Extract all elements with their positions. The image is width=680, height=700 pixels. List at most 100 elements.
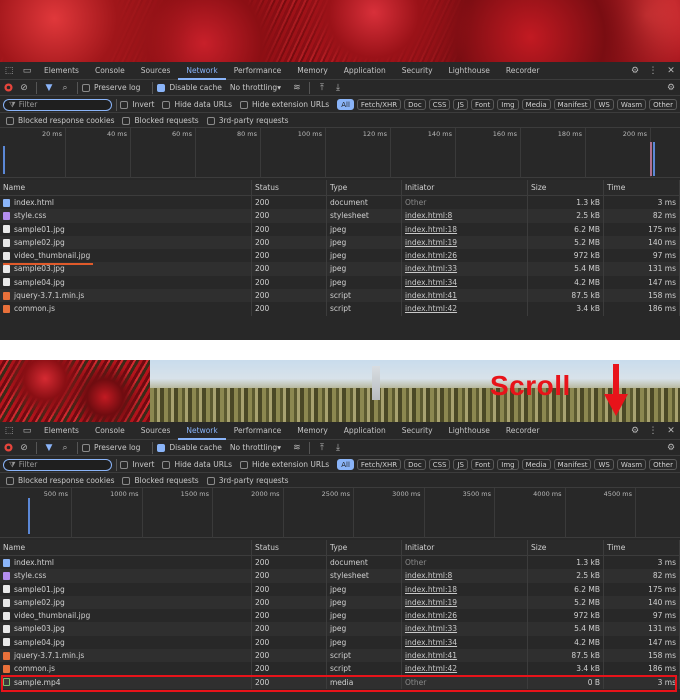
table-row[interactable]: sample02.jpg 200 jpeg index.html:19 5.2 MB 14… [0, 235, 680, 250]
request-name[interactable]: sample02.jpg [14, 596, 65, 609]
cell-initiator[interactable]: index.html:34 [402, 275, 528, 290]
search-icon[interactable]: ⌕ [57, 440, 73, 456]
tab-network[interactable]: Network [178, 422, 226, 440]
network-conditions-icon[interactable]: ≋ [289, 80, 305, 96]
tab-console[interactable]: Console [87, 62, 133, 80]
third-party-requests-checkbox[interactable] [206, 116, 215, 125]
preserve-log-checkbox[interactable] [82, 83, 90, 92]
filter-type-css[interactable]: CSS [428, 459, 451, 470]
blocked-response-cookies-checkbox[interactable] [6, 476, 14, 485]
filter-type-fetchxhr[interactable]: Fetch/XHR [356, 459, 402, 470]
column-header-size[interactable]: Size [528, 540, 604, 556]
blocked-response-cookies-checkbox[interactable] [6, 116, 14, 125]
table-row[interactable]: index.html 200 document Other 1.3 kB 3 ms [0, 556, 680, 570]
blocked-requests-checkbox[interactable] [122, 116, 131, 125]
tab-elements[interactable]: Elements [36, 422, 87, 440]
tab-recorder[interactable]: Recorder [498, 422, 548, 440]
filter-type-all[interactable]: All [337, 459, 354, 470]
table-row[interactable]: style.css 200 stylesheet index.html:8 2.5 kB… [0, 209, 680, 223]
request-name[interactable]: style.css [14, 209, 46, 222]
table-row[interactable]: sample02.jpg 200 jpeg index.html:19 5.2 MB 14… [0, 595, 680, 610]
filter-funnel-icon[interactable]: ▼ [41, 440, 57, 456]
request-name[interactable]: common.js [14, 302, 55, 315]
device-toolbar-icon[interactable]: ▭ [18, 62, 36, 80]
inspect-element-icon[interactable]: ⬚ [0, 422, 18, 440]
filter-type-wasm[interactable]: Wasm [616, 459, 647, 470]
invert-toggle[interactable]: Invert [120, 460, 154, 469]
clear-icon[interactable]: ⊘ [16, 80, 32, 96]
invert-toggle[interactable]: Invert [120, 100, 154, 109]
filter-type-ws[interactable]: WS [594, 99, 614, 110]
filter-type-wasm[interactable]: Wasm [616, 99, 647, 110]
hide-data-urls-toggle[interactable]: Hide data URLs [162, 460, 232, 469]
cell-initiator[interactable]: index.html:26 [402, 609, 528, 623]
preserve-log-toggle[interactable]: Preserve log [82, 83, 140, 92]
tab-security[interactable]: Security [394, 422, 441, 440]
table-row[interactable]: sample04.jpg 200 jpeg index.html:34 4.2 MB 14… [0, 635, 680, 650]
column-header-size[interactable]: Size [528, 180, 604, 196]
cell-initiator[interactable]: index.html:26 [402, 249, 528, 263]
filter-type-media[interactable]: Media [521, 459, 551, 470]
preserve-log-checkbox[interactable] [82, 443, 90, 452]
filter-input[interactable]: ⧩ Filter [3, 458, 112, 471]
filter-type-css[interactable]: CSS [428, 99, 451, 110]
cell-initiator[interactable]: index.html:33 [402, 622, 528, 636]
filter-type-ws[interactable]: WS [594, 459, 614, 470]
hide-extension-urls-toggle[interactable]: Hide extension URLs [240, 460, 329, 469]
inspect-element-icon[interactable]: ⬚ [0, 62, 18, 80]
table-row[interactable]: index.html 200 document Other 1.3 kB 3 ms [0, 196, 680, 210]
request-name[interactable]: sample01.jpg [14, 583, 65, 596]
disable-cache-toggle[interactable]: Disable cache [157, 83, 222, 92]
tab-application[interactable]: Application [336, 62, 394, 80]
request-name[interactable]: jquery-3.7.1.min.js [14, 289, 84, 302]
tab-lighthouse[interactable]: Lighthouse [441, 422, 498, 440]
preserve-log-toggle[interactable]: Preserve log [82, 443, 140, 452]
filter-type-all[interactable]: All [337, 99, 354, 110]
import-har-icon[interactable]: ⤒ [314, 80, 330, 96]
cell-initiator[interactable]: index.html:33 [402, 262, 528, 276]
column-header-status[interactable]: Status [252, 180, 327, 196]
column-header-time[interactable]: Time [604, 180, 680, 196]
hide-extension-urls-checkbox[interactable] [240, 460, 248, 469]
request-name[interactable]: common.js [14, 662, 55, 675]
column-header-status[interactable]: Status [252, 540, 327, 556]
request-name[interactable]: sample03.jpg [14, 622, 65, 635]
network-settings-gear-icon[interactable]: ⚙ [662, 79, 680, 97]
tab-memory[interactable]: Memory [289, 62, 336, 80]
blocked-response-cookies-toggle[interactable]: Blocked response cookies [6, 476, 114, 485]
filter-input[interactable]: ⧩ Filter [3, 98, 112, 111]
table-row[interactable]: jquery-3.7.1.min.js 200 script index.html:4… [0, 649, 680, 663]
export-har-icon[interactable]: ⤓ [330, 440, 346, 456]
filter-funnel-icon[interactable]: ▼ [41, 80, 57, 96]
request-name[interactable]: jquery-3.7.1.min.js [14, 649, 84, 662]
invert-checkbox[interactable] [120, 100, 129, 109]
settings-gear-icon[interactable]: ⚙ [626, 422, 644, 440]
cell-initiator[interactable]: index.html:34 [402, 635, 528, 650]
filter-type-other[interactable]: Other [649, 99, 677, 110]
cell-initiator[interactable]: index.html:18 [402, 222, 528, 236]
import-har-icon[interactable]: ⤒ [314, 440, 330, 456]
network-settings-gear-icon[interactable]: ⚙ [662, 439, 680, 457]
device-toolbar-icon[interactable]: ▭ [18, 422, 36, 440]
request-name[interactable]: sample02.jpg [14, 236, 65, 249]
column-header-name[interactable]: Name [0, 180, 252, 196]
export-har-icon[interactable]: ⤓ [330, 80, 346, 96]
tab-elements[interactable]: Elements [36, 62, 87, 80]
tab-performance[interactable]: Performance [226, 62, 290, 80]
filter-type-font[interactable]: Font [471, 99, 495, 110]
filter-type-doc[interactable]: Doc [404, 99, 426, 110]
filter-type-media[interactable]: Media [521, 99, 551, 110]
filter-type-manifest[interactable]: Manifest [553, 99, 592, 110]
tab-performance[interactable]: Performance [226, 422, 290, 440]
table-row[interactable]: jquery-3.7.1.min.js 200 script index.html:4… [0, 289, 680, 303]
cell-initiator[interactable]: index.html:19 [402, 595, 528, 610]
cell-initiator[interactable]: index.html:18 [402, 582, 528, 596]
tab-lighthouse[interactable]: Lighthouse [441, 62, 498, 80]
tab-memory[interactable]: Memory [289, 422, 336, 440]
tab-application[interactable]: Application [336, 422, 394, 440]
record-icon[interactable] [0, 80, 16, 96]
throttling-select[interactable]: No throttling ▾ [230, 443, 281, 452]
settings-gear-icon[interactable]: ⚙ [626, 62, 644, 80]
table-row[interactable]: sample01.jpg 200 jpeg index.html:18 6.2 MB 17… [0, 582, 680, 596]
cell-initiator[interactable]: index.html:8 [402, 569, 528, 583]
